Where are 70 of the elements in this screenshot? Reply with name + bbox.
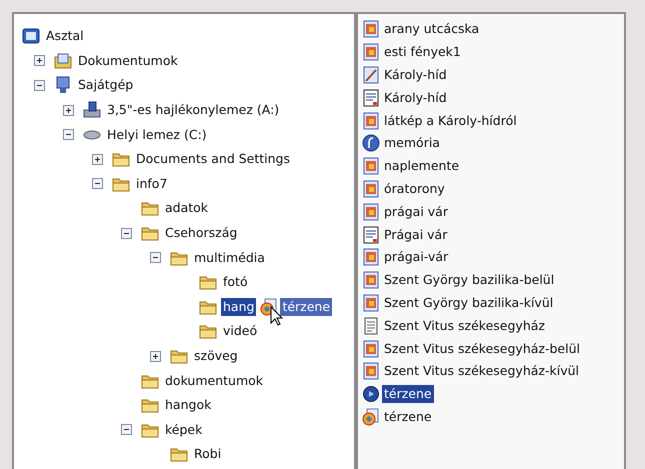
tree-item[interactable]: dokumentumok [163,372,266,390]
tree-item[interactable]: fotó [221,273,250,292]
tree-item[interactable]: hang [221,298,256,316]
file-item[interactable]: prágai vár [382,202,450,221]
dragged-file: térzene [280,298,332,316]
tree-item[interactable]: adatok [163,199,210,218]
image-file-icon [362,248,380,266]
paint-file-icon [362,66,380,84]
floppy-drive-icon [83,101,101,120]
tree-item[interactable]: Robi [192,445,224,464]
file-item[interactable]: Prágai vár [382,226,450,244]
image-file-icon [362,180,380,198]
file-item[interactable]: Szent György bazilika-kívül [382,294,556,312]
computer-icon [54,76,72,94]
tree-item[interactable]: Sajátgép [76,76,136,94]
expand-icon[interactable] [92,154,103,165]
file-item[interactable]: látkép a Károly-hídról [382,112,519,130]
file-item[interactable]: esti fények1 [382,43,463,62]
collapse-icon[interactable] [63,129,74,140]
collapse-icon[interactable] [121,424,132,436]
desktop-icon [22,27,40,46]
tree-item[interactable]: Documents and Settings [134,150,292,168]
tree-item[interactable]: 3,5"-es hajlékonylemez (A:) [105,101,282,120]
expand-icon[interactable] [63,104,74,116]
collapse-icon[interactable] [150,252,161,264]
media-file-icon [362,408,380,426]
document-file-icon [362,88,380,107]
file-item[interactable]: arany utcácska [382,20,482,38]
expand-icon[interactable] [34,55,45,66]
collapse-icon[interactable] [121,228,132,239]
flash-file-icon [362,134,380,152]
documents-folder-icon [54,52,72,70]
image-file-icon [362,20,380,38]
file-item[interactable]: memória [382,134,442,152]
tree-item[interactable]: info7 [134,174,170,193]
tree-item[interactable]: Csehország [163,224,240,242]
image-file-icon [362,271,380,290]
image-file-icon [362,340,380,358]
tree-item[interactable]: szöveg [192,347,240,366]
cursor-icon [270,306,284,326]
image-file-icon [362,294,380,312]
file-item[interactable]: Szent Vitus székesegyház-kívül [382,362,581,380]
file-item[interactable]: prágai-vár [382,248,450,266]
file-item[interactable]: térzene [382,385,434,404]
file-item[interactable]: Szent Vitus székesegyház-belül [382,340,582,358]
text-file-icon [362,316,380,335]
file-item[interactable]: óratorony [382,180,447,198]
file-item[interactable]: Szent Vitus székesegyház [382,316,547,335]
collapse-icon[interactable] [92,178,103,190]
file-item[interactable]: Károly-híd [382,66,449,84]
image-file-icon [362,202,380,221]
file-item[interactable]: Károly-híd [382,88,449,107]
tree-item[interactable]: Dokumentumok [76,52,180,70]
document-file-icon [362,226,380,244]
audio-file-icon [362,385,380,404]
image-file-icon [362,112,380,130]
image-file-icon [362,362,380,380]
tree-item[interactable]: képek [163,420,204,439]
file-item[interactable]: térzene [382,408,434,426]
file-item[interactable]: naplemente [382,157,462,176]
collapse-icon[interactable] [34,80,45,91]
image-file-icon [362,43,380,62]
image-file-icon [362,157,380,176]
file-item[interactable]: Szent György bazilika-belül [382,271,556,290]
tree-item[interactable]: hangok [163,396,214,414]
tree-item[interactable]: Helyi lemez (C:) [105,126,209,144]
tree-item[interactable]: multimédia [192,248,267,267]
tree-item[interactable]: Asztal [44,27,86,46]
tree-item[interactable]: videó [221,322,260,340]
expand-icon[interactable] [150,350,161,362]
